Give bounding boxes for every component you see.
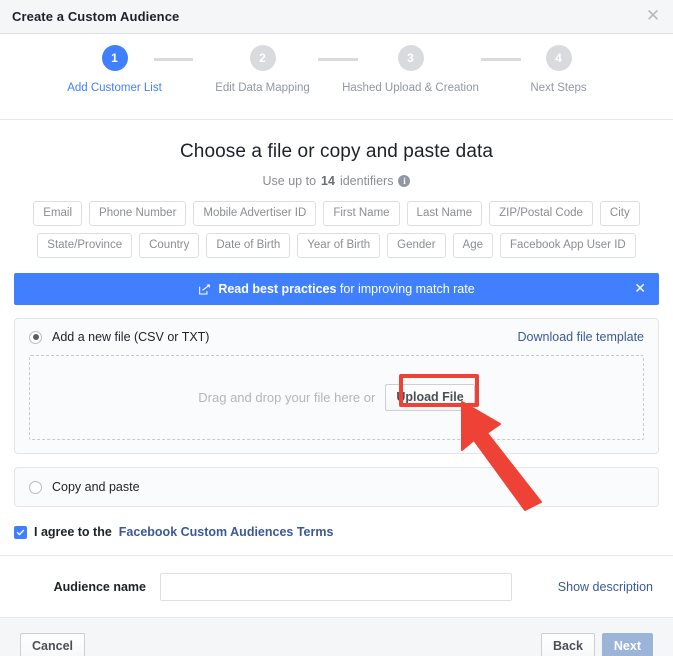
info-icon[interactable]: i <box>398 175 411 187</box>
audience-name-input[interactable] <box>160 573 512 601</box>
identifier-tag: City <box>599 201 640 226</box>
step-4-next-steps[interactable]: 4 Next Steps <box>485 45 633 94</box>
copy-and-paste-radio-row[interactable]: Copy and paste <box>29 480 644 494</box>
step-1-circle: 1 <box>101 45 128 71</box>
show-description-link[interactable]: Show description <box>558 580 659 594</box>
add-new-file-label: Add a new file (CSV or TXT) <box>52 330 210 344</box>
identifier-count-note: Use up to 14 identifiers i <box>14 174 659 188</box>
audience-name-row: Audience name Show description <box>14 556 659 617</box>
banner-strong-text: Read best practices <box>218 282 337 296</box>
identifier-count-prefix: Use up to <box>262 174 317 188</box>
identifier-tag: State/Province <box>37 233 133 258</box>
identifier-tag: Phone Number <box>89 201 187 226</box>
step-4-circle: 4 <box>545 45 572 71</box>
add-new-file-card: Add a new file (CSV or TXT) Download fil… <box>14 318 659 454</box>
step-3-label: Hashed Upload & Creation <box>342 82 479 94</box>
step-4-label: Next Steps <box>530 82 587 94</box>
identifier-tag: Gender <box>387 233 446 258</box>
identifier-tag: Country <box>139 233 200 258</box>
step-3-hashed-upload-creation[interactable]: 3 Hashed Upload & Creation <box>337 45 485 94</box>
identifier-tag: First Name <box>323 201 400 226</box>
step-2-circle: 2 <box>249 45 276 71</box>
terms-agreement-row: I agree to the Facebook Custom Audiences… <box>14 525 659 555</box>
modal-body: Choose a file or copy and paste data Use… <box>0 141 673 656</box>
identifier-tag: Year of Birth <box>297 233 381 258</box>
dropzone-instruction: Drag and drop your file here or <box>198 390 376 405</box>
external-link-icon <box>198 283 211 296</box>
modal-footer: Cancel Back Next <box>0 617 673 656</box>
identifier-tag: Date of Birth <box>206 233 291 258</box>
modal-titlebar: Create a Custom Audience ✕ <box>0 0 673 34</box>
next-button[interactable]: Next <box>601 633 653 656</box>
add-new-file-radio-row[interactable]: Add a new file (CSV or TXT) <box>29 330 209 344</box>
wizard-stepper: 1 Add Customer List 2 Edit Data Mapping … <box>0 34 673 120</box>
back-button[interactable]: Back <box>541 633 595 656</box>
create-custom-audience-modal: Create a Custom Audience ✕ 1 Add Custome… <box>0 0 673 656</box>
page-title: Choose a file or copy and paste data <box>179 141 494 162</box>
step-2-label: Edit Data Mapping <box>215 82 310 94</box>
identifier-tag-list: Email Phone Number Mobile Advertiser ID … <box>14 201 659 258</box>
copy-and-paste-radio[interactable] <box>29 480 42 494</box>
step-1-label: Add Customer List <box>67 82 162 94</box>
banner-text: Read best practices for improving match … <box>218 282 474 296</box>
identifier-tag: Mobile Advertiser ID <box>193 201 317 226</box>
best-practices-banner[interactable]: Read best practices for improving match … <box>14 273 659 305</box>
terms-link[interactable]: Facebook Custom Audiences Terms <box>119 525 334 539</box>
identifier-tag: Last Name <box>406 201 483 226</box>
identifier-tag: Age <box>452 233 493 258</box>
banner-rest-text: for improving match rate <box>336 282 475 296</box>
copy-and-paste-label: Copy and paste <box>52 480 140 494</box>
identifier-tag: Email <box>33 201 83 226</box>
identifier-count-suffix: identifiers <box>339 174 394 188</box>
step-2-edit-data-mapping[interactable]: 2 Edit Data Mapping <box>189 45 337 94</box>
step-3-circle: 3 <box>397 45 424 71</box>
audience-name-label: Audience name <box>53 580 146 594</box>
identifier-tag: ZIP/Postal Code <box>489 201 593 226</box>
identifier-tag: Facebook App User ID <box>500 233 636 258</box>
modal-title: Create a Custom Audience <box>12 9 180 24</box>
terms-checkbox[interactable] <box>14 525 27 539</box>
identifier-count-value: 14 <box>321 174 335 188</box>
close-icon[interactable]: ✕ <box>643 7 663 27</box>
upload-file-button[interactable]: Upload File <box>385 384 475 411</box>
step-1-add-customer-list[interactable]: 1 Add Customer List <box>41 45 189 94</box>
terms-text: I agree to the <box>34 525 112 539</box>
cancel-button[interactable]: Cancel <box>20 633 85 656</box>
file-dropzone[interactable]: Drag and drop your file here or Upload F… <box>29 355 644 440</box>
copy-and-paste-card: Copy and paste <box>14 467 659 507</box>
add-new-file-radio[interactable] <box>29 330 42 344</box>
banner-close-icon[interactable]: ✕ <box>634 282 646 296</box>
download-file-template-link[interactable]: Download file template <box>518 330 644 344</box>
